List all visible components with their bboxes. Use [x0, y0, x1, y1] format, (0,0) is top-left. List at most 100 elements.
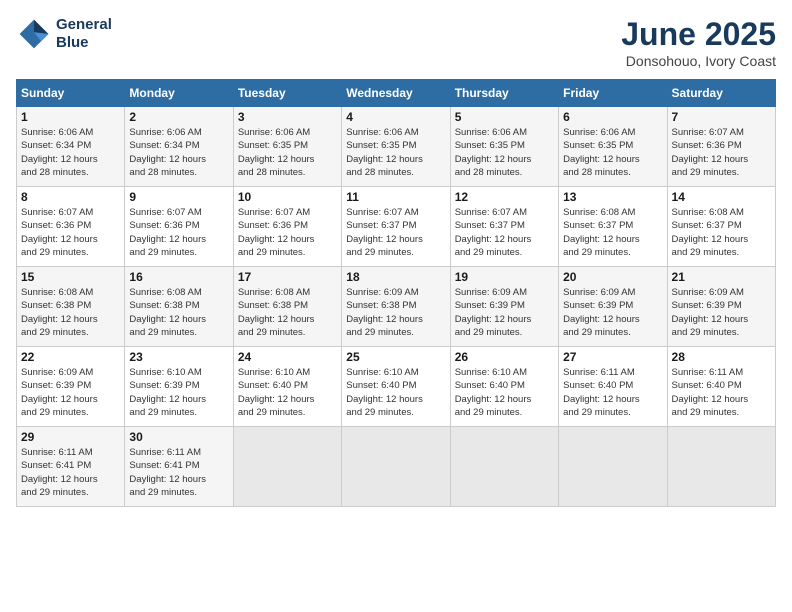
day-info: Sunrise: 6:09 AMSunset: 6:39 PMDaylight:…: [563, 286, 662, 339]
day-number: 27: [563, 350, 662, 364]
day-info: Sunrise: 6:11 AMSunset: 6:41 PMDaylight:…: [21, 446, 120, 499]
day-info: Sunrise: 6:09 AMSunset: 6:38 PMDaylight:…: [346, 286, 445, 339]
day-number: 28: [672, 350, 771, 364]
day-cell: 1 Sunrise: 6:06 AMSunset: 6:34 PMDaylight…: [17, 107, 125, 187]
calendar-subtitle: Donsohouo, Ivory Coast: [621, 53, 776, 69]
day-cell: 11 Sunrise: 6:07 AMSunset: 6:37 PMDayligh…: [342, 187, 450, 267]
day-number: 26: [455, 350, 554, 364]
day-info: Sunrise: 6:07 AMSunset: 6:36 PMDaylight:…: [129, 206, 228, 259]
logo-line2: Blue: [56, 34, 112, 52]
day-info: Sunrise: 6:10 AMSunset: 6:40 PMDaylight:…: [346, 366, 445, 419]
week-row-5: 29 Sunrise: 6:11 AMSunset: 6:41 PMDayligh…: [17, 427, 776, 507]
day-cell: 25 Sunrise: 6:10 AMSunset: 6:40 PMDayligh…: [342, 347, 450, 427]
day-info: Sunrise: 6:07 AMSunset: 6:36 PMDaylight:…: [672, 126, 771, 179]
day-number: 20: [563, 270, 662, 284]
day-number: 21: [672, 270, 771, 284]
day-number: 10: [238, 190, 337, 204]
calendar-header: SundayMondayTuesdayWednesdayThursdayFrid…: [17, 80, 776, 107]
week-row-3: 15Sunrise: 6:08 AMSunset: 6:38 PMDayligh…: [17, 267, 776, 347]
day-info: Sunrise: 6:07 AMSunset: 6:36 PMDaylight:…: [238, 206, 337, 259]
day-cell: 13 Sunrise: 6:08 AMSunset: 6:37 PMDayligh…: [559, 187, 667, 267]
day-number: 25: [346, 350, 445, 364]
day-cell: 6 Sunrise: 6:06 AMSunset: 6:35 PMDaylight…: [559, 107, 667, 187]
day-number: 24: [238, 350, 337, 364]
day-number: 14: [672, 190, 771, 204]
day-number: 17: [238, 270, 337, 284]
day-info: Sunrise: 6:07 AMSunset: 6:37 PMDaylight:…: [455, 206, 554, 259]
day-info: Sunrise: 6:10 AMSunset: 6:39 PMDaylight:…: [129, 366, 228, 419]
day-number: 2: [129, 110, 228, 124]
day-cell: 29 Sunrise: 6:11 AMSunset: 6:41 PMDayligh…: [17, 427, 125, 507]
day-number: 12: [455, 190, 554, 204]
week-row-2: 8 Sunrise: 6:07 AMSunset: 6:36 PMDaylight…: [17, 187, 776, 267]
day-number: 9: [129, 190, 228, 204]
logo-icon: [16, 16, 52, 52]
day-info: Sunrise: 6:06 AMSunset: 6:35 PMDaylight:…: [455, 126, 554, 179]
logo-text: General Blue: [56, 16, 112, 52]
day-cell: 20 Sunrise: 6:09 AMSunset: 6:39 PMDayligh…: [559, 267, 667, 347]
day-cell: 27 Sunrise: 6:11 AMSunset: 6:40 PMDayligh…: [559, 347, 667, 427]
day-cell: 19Sunrise: 6:09 AMSunset: 6:39 PMDayligh…: [450, 267, 558, 347]
day-info: Sunrise: 6:11 AMSunset: 6:41 PMDaylight:…: [129, 446, 228, 499]
logo: General Blue: [16, 16, 112, 52]
day-info: Sunrise: 6:08 AMSunset: 6:38 PMDaylight:…: [21, 286, 120, 339]
day-info: Sunrise: 6:08 AMSunset: 6:37 PMDaylight:…: [563, 206, 662, 259]
day-info: Sunrise: 6:06 AMSunset: 6:35 PMDaylight:…: [563, 126, 662, 179]
day-info: Sunrise: 6:08 AMSunset: 6:38 PMDaylight:…: [129, 286, 228, 339]
day-number: 11: [346, 190, 445, 204]
day-cell: 15Sunrise: 6:08 AMSunset: 6:38 PMDayligh…: [17, 267, 125, 347]
day-cell: 23 Sunrise: 6:10 AMSunset: 6:39 PMDayligh…: [125, 347, 233, 427]
header-cell-tuesday: Tuesday: [233, 80, 341, 107]
day-cell: 3Sunrise: 6:06 AMSunset: 6:35 PMDaylight…: [233, 107, 341, 187]
day-cell: [233, 427, 341, 507]
day-info: Sunrise: 6:07 AMSunset: 6:36 PMDaylight:…: [21, 206, 120, 259]
logo-line1: General: [56, 16, 112, 34]
day-cell: [342, 427, 450, 507]
day-info: Sunrise: 6:06 AMSunset: 6:35 PMDaylight:…: [238, 126, 337, 179]
day-info: Sunrise: 6:10 AMSunset: 6:40 PMDaylight:…: [238, 366, 337, 419]
title-section: June 2025 Donsohouo, Ivory Coast: [621, 16, 776, 69]
day-number: 13: [563, 190, 662, 204]
day-cell: [559, 427, 667, 507]
day-number: 23: [129, 350, 228, 364]
day-info: Sunrise: 6:11 AMSunset: 6:40 PMDaylight:…: [672, 366, 771, 419]
page-header: General Blue June 2025 Donsohouo, Ivory …: [16, 16, 776, 69]
day-number: 8: [21, 190, 120, 204]
day-info: Sunrise: 6:09 AMSunset: 6:39 PMDaylight:…: [672, 286, 771, 339]
day-cell: 21 Sunrise: 6:09 AMSunset: 6:39 PMDayligh…: [667, 267, 775, 347]
day-number: 30: [129, 430, 228, 444]
header-cell-wednesday: Wednesday: [342, 80, 450, 107]
day-number: 16: [129, 270, 228, 284]
day-cell: 14Sunrise: 6:08 AMSunset: 6:37 PMDayligh…: [667, 187, 775, 267]
calendar-table: SundayMondayTuesdayWednesdayThursdayFrid…: [16, 79, 776, 507]
day-cell: 5 Sunrise: 6:06 AMSunset: 6:35 PMDaylight…: [450, 107, 558, 187]
day-cell: 8 Sunrise: 6:07 AMSunset: 6:36 PMDaylight…: [17, 187, 125, 267]
day-cell: 12 Sunrise: 6:07 AMSunset: 6:37 PMDayligh…: [450, 187, 558, 267]
day-number: 6: [563, 110, 662, 124]
day-cell: 10 Sunrise: 6:07 AMSunset: 6:36 PMDayligh…: [233, 187, 341, 267]
day-info: Sunrise: 6:06 AMSunset: 6:34 PMDaylight:…: [129, 126, 228, 179]
day-cell: 24 Sunrise: 6:10 AMSunset: 6:40 PMDayligh…: [233, 347, 341, 427]
week-row-4: 22Sunrise: 6:09 AMSunset: 6:39 PMDayligh…: [17, 347, 776, 427]
day-cell: 4Sunrise: 6:06 AMSunset: 6:35 PMDaylight…: [342, 107, 450, 187]
day-cell: 18 Sunrise: 6:09 AMSunset: 6:38 PMDayligh…: [342, 267, 450, 347]
day-number: 5: [455, 110, 554, 124]
header-cell-sunday: Sunday: [17, 80, 125, 107]
day-cell: 9 Sunrise: 6:07 AMSunset: 6:36 PMDaylight…: [125, 187, 233, 267]
day-cell: 26 Sunrise: 6:10 AMSunset: 6:40 PMDayligh…: [450, 347, 558, 427]
header-cell-monday: Monday: [125, 80, 233, 107]
day-cell: [450, 427, 558, 507]
day-info: Sunrise: 6:06 AMSunset: 6:34 PMDaylight:…: [21, 126, 120, 179]
day-number: 4: [346, 110, 445, 124]
day-number: 1: [21, 110, 120, 124]
day-info: Sunrise: 6:10 AMSunset: 6:40 PMDaylight:…: [455, 366, 554, 419]
calendar-body: 1 Sunrise: 6:06 AMSunset: 6:34 PMDaylight…: [17, 107, 776, 507]
calendar-title: June 2025: [621, 16, 776, 53]
day-cell: 16 Sunrise: 6:08 AMSunset: 6:38 PMDayligh…: [125, 267, 233, 347]
day-number: 7: [672, 110, 771, 124]
day-number: 29: [21, 430, 120, 444]
day-info: Sunrise: 6:07 AMSunset: 6:37 PMDaylight:…: [346, 206, 445, 259]
day-number: 18: [346, 270, 445, 284]
day-info: Sunrise: 6:11 AMSunset: 6:40 PMDaylight:…: [563, 366, 662, 419]
day-info: Sunrise: 6:09 AMSunset: 6:39 PMDaylight:…: [21, 366, 120, 419]
